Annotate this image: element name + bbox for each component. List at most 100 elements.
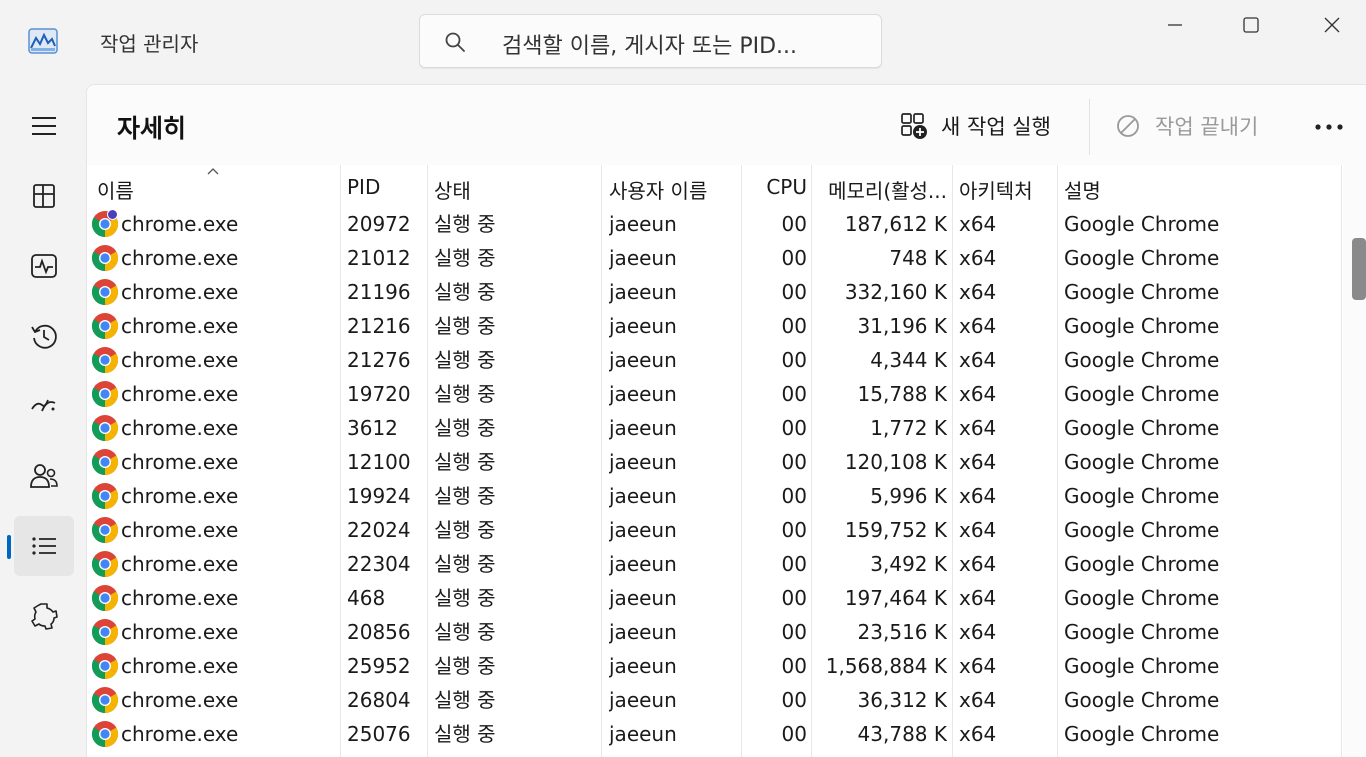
table-row[interactable]: chrome.exe 21196 실행 중 jaeeun 00 332,160 K x64 G…: [87, 275, 1343, 309]
maximize-icon[interactable]: [1236, 10, 1266, 40]
cell-status: 실행 중: [434, 688, 496, 712]
cell-description: Google Chrome: [1064, 484, 1220, 508]
cell-architecture: x64: [959, 586, 997, 610]
close-icon[interactable]: [1317, 10, 1347, 40]
nav-performance[interactable]: [14, 236, 74, 296]
cell-cpu: 00: [781, 314, 807, 338]
header-col-arch[interactable]: 아키텍처: [959, 165, 1055, 207]
cell-status: 실행 중: [434, 416, 496, 440]
nav-startup-apps[interactable]: [14, 376, 74, 436]
table-row[interactable]: chrome.exe 3612 실행 중 jaeeun 00 1,772 K x64 Goog…: [87, 411, 1343, 445]
cell-process-name: chrome.exe: [121, 280, 239, 304]
details-icon: [32, 537, 56, 555]
cell-pid: 25076: [347, 722, 411, 746]
cell-pid: 20972: [347, 212, 411, 236]
table-row[interactable]: chrome.exe 468 실행 중 jaeeun 00 197,464 K x64 Goo…: [87, 581, 1343, 615]
cell-process-name: chrome.exe: [121, 654, 239, 678]
cell-cpu: 00: [781, 484, 807, 508]
nav-details[interactable]: [14, 516, 74, 576]
cell-pid: 19924: [347, 484, 411, 508]
cell-description: Google Chrome: [1064, 212, 1220, 236]
cell-pid: 468: [347, 586, 386, 610]
header-col-memory[interactable]: 메모리(활성...: [813, 165, 947, 207]
cell-architecture: x64: [959, 382, 997, 406]
end-task-icon: [1117, 115, 1139, 137]
cell-pid: 21216: [347, 314, 411, 338]
cell-description: Google Chrome: [1064, 654, 1220, 678]
nav-services[interactable]: [14, 586, 74, 646]
header-col-status[interactable]: 상태: [434, 165, 604, 207]
cell-cpu: 00: [781, 620, 807, 644]
performance-icon: [31, 254, 57, 278]
cell-process-name: chrome.exe: [121, 212, 239, 236]
header-col-cpu[interactable]: CPU: [743, 165, 807, 207]
cell-user-name: jaeeun: [609, 654, 677, 678]
cell-user-name: jaeeun: [609, 348, 677, 372]
header-col-pid[interactable]: PID: [347, 165, 427, 207]
chrome-icon: [91, 585, 119, 612]
table-row[interactable]: chrome.exe 20972 실행 중 jaeeun 00 187,612 K x64 G…: [87, 207, 1343, 241]
cell-user-name: jaeeun: [609, 314, 677, 338]
cell-process-name: chrome.exe: [121, 246, 239, 270]
table-row[interactable]: chrome.exe 12100 실행 중 jaeeun 00 120,108 K x64 G…: [87, 445, 1343, 479]
table-row[interactable]: chrome.exe 21012 실행 중 jaeeun 00 748 K x64 Googl…: [87, 241, 1343, 275]
cell-pid: 26804: [347, 688, 411, 712]
cell-process-name: chrome.exe: [121, 518, 239, 542]
cell-memory: 332,160 K: [844, 280, 947, 304]
table-row[interactable]: chrome.exe 20856 실행 중 jaeeun 00 23,516 K x64 Go…: [87, 615, 1343, 649]
cell-status: 실행 중: [434, 586, 496, 610]
hamburger-menu-button[interactable]: [14, 96, 74, 156]
cell-pid: 12100: [347, 450, 411, 474]
table-row[interactable]: chrome.exe 25952 실행 중 jaeeun 00 1,568,884 K x6…: [87, 649, 1343, 683]
cell-cpu: 00: [781, 246, 807, 270]
cell-cpu: 00: [781, 552, 807, 576]
cell-user-name: jaeeun: [609, 688, 677, 712]
header-col-description[interactable]: 설명: [1064, 165, 1324, 207]
table-row[interactable]: chrome.exe 22304 실행 중 jaeeun 00 3,492 K x64 Goo…: [87, 547, 1343, 581]
search-placeholder: 검색할 이름, 게시자 또는 PID...: [502, 34, 798, 59]
table-row[interactable]: chrome.exe 19720 실행 중 jaeeun 00 15,788 K x64 Go…: [87, 377, 1343, 411]
table-row[interactable]: chrome.exe 26804 실행 중 jaeeun 00 36,312 K x64 Go…: [87, 683, 1343, 717]
header-col-user[interactable]: 사용자 이름: [609, 165, 739, 207]
nav-processes[interactable]: [14, 166, 74, 226]
chrome-icon: [91, 551, 119, 578]
nav-users[interactable]: [14, 446, 74, 506]
hamburger-menu-icon: [32, 117, 56, 135]
table-row[interactable]: chrome.exe 21276 실행 중 jaeeun 00 4,344 K x64 Goo…: [87, 343, 1343, 377]
cell-process-name: chrome.exe: [121, 382, 239, 406]
scrollbar-thumb[interactable]: [1352, 238, 1366, 300]
cell-cpu: 00: [781, 212, 807, 236]
cell-pid: 21196: [347, 280, 411, 304]
cell-status: 실행 중: [434, 654, 496, 678]
cell-architecture: x64: [959, 518, 997, 542]
cell-cpu: 00: [781, 586, 807, 610]
cell-pid: 21012: [347, 246, 411, 270]
run-new-task-button[interactable]: 새 작업 실행: [899, 111, 1051, 141]
cell-status: 실행 중: [434, 280, 496, 304]
table-row[interactable]: chrome.exe 19924 실행 중 jaeeun 00 5,996 K x64 Goo…: [87, 479, 1343, 513]
cell-user-name: jaeeun: [609, 552, 677, 576]
cell-user-name: jaeeun: [609, 722, 677, 746]
chrome-icon: [91, 449, 119, 476]
cell-memory: 31,196 K: [857, 314, 947, 338]
table-row[interactable]: chrome.exe 22024 실행 중 jaeeun 00 159,752 K x64 G…: [87, 513, 1343, 547]
cell-architecture: x64: [959, 620, 997, 644]
cell-description: Google Chrome: [1064, 518, 1220, 542]
search-input[interactable]: 검색할 이름, 게시자 또는 PID...: [419, 14, 882, 68]
nav-app-history[interactable]: [14, 306, 74, 366]
cell-cpu: 00: [781, 416, 807, 440]
table-row[interactable]: chrome.exe 25076 실행 중 jaeeun 00 43,788 K x64 Go…: [87, 717, 1343, 751]
cell-memory: 4,344 K: [870, 348, 947, 372]
search-icon: [445, 32, 465, 52]
table-row[interactable]: chrome.exe 21216 실행 중 jaeeun 00 31,196 K x64 Go…: [87, 309, 1343, 343]
end-task-button[interactable]: 작업 끝내기: [1113, 111, 1258, 141]
minimize-icon[interactable]: [1160, 10, 1190, 40]
cell-architecture: x64: [959, 688, 997, 712]
cell-memory: 5,996 K: [870, 484, 947, 508]
app-history-icon: [31, 324, 57, 349]
cell-user-name: jaeeun: [609, 246, 677, 270]
cell-memory: 15,788 K: [857, 382, 947, 406]
cell-status: 실행 중: [434, 212, 496, 236]
cell-description: Google Chrome: [1064, 416, 1220, 440]
more-options-icon[interactable]: [1313, 113, 1345, 141]
